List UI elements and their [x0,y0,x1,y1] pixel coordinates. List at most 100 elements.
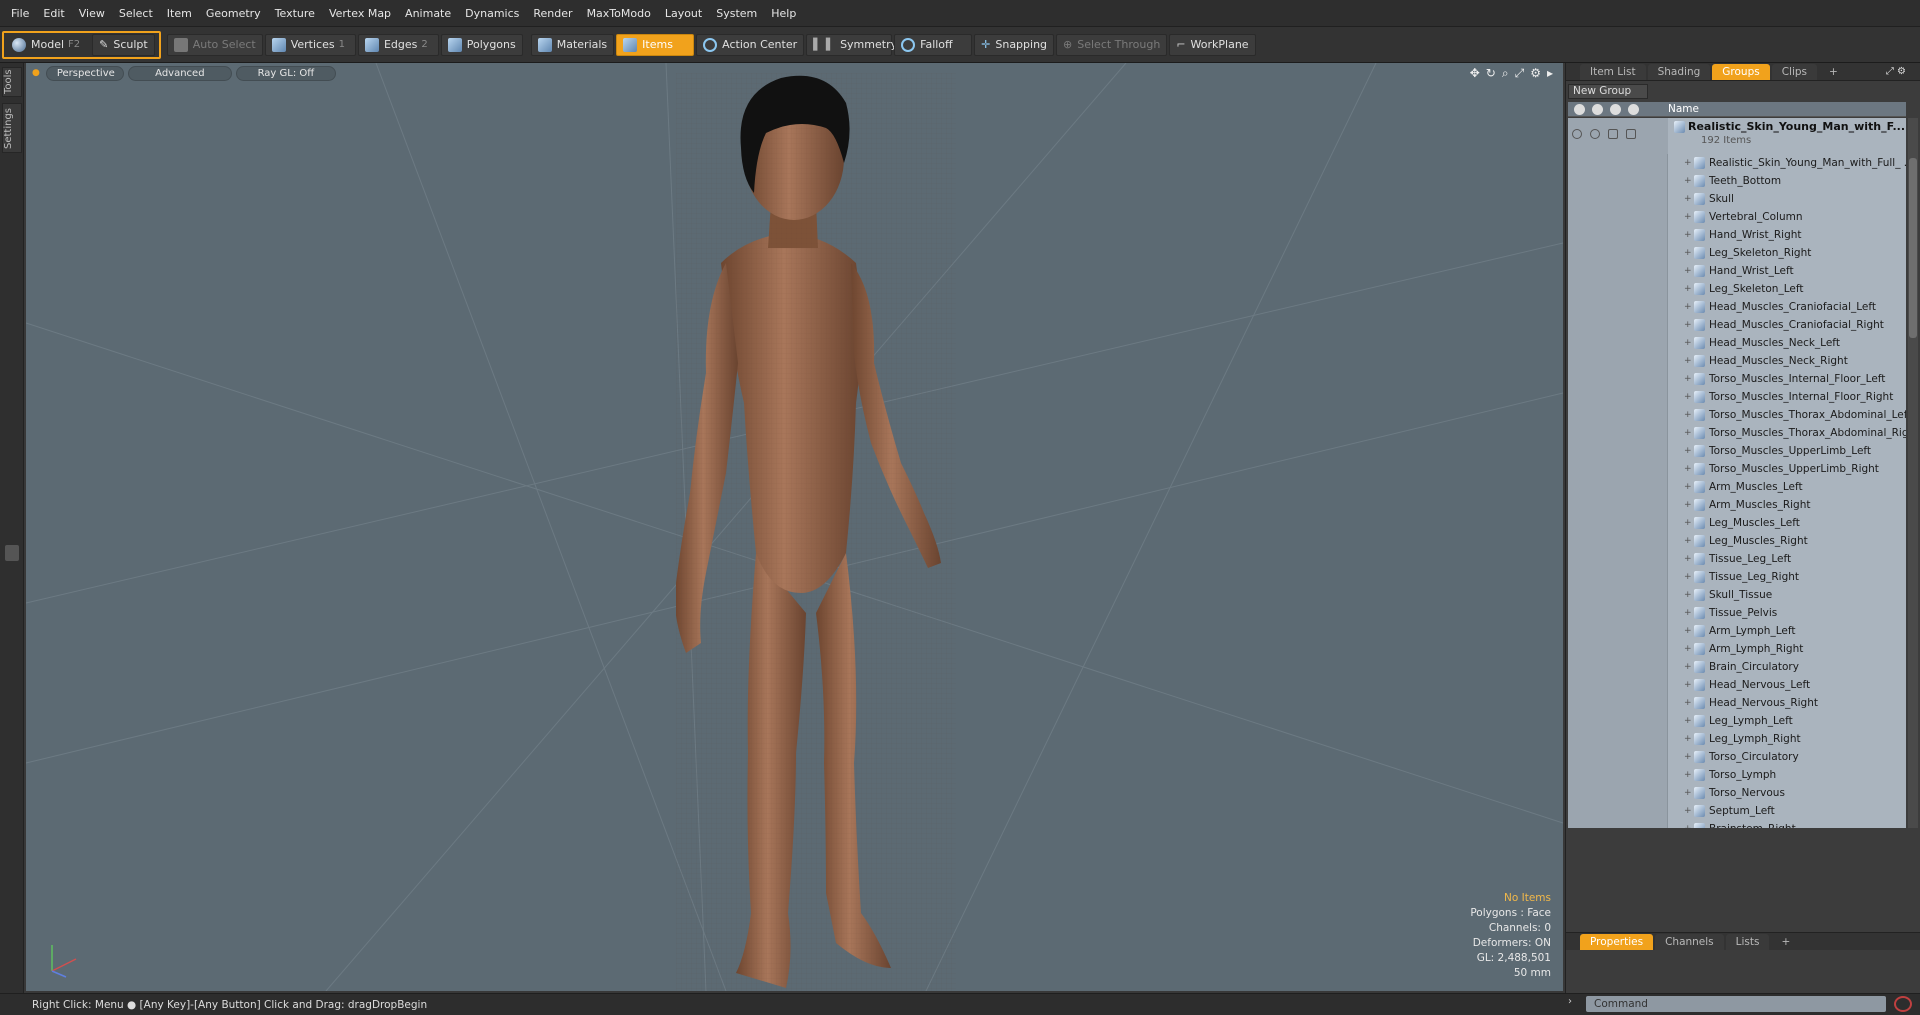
lock-toggle[interactable] [1608,129,1618,139]
menu-dynamics[interactable]: Dynamics [458,0,526,27]
add-tab-button[interactable]: + [1819,64,1848,80]
expand-dot[interactable]: + [1684,568,1692,586]
expand-dot[interactable]: + [1684,298,1692,316]
menu-texture[interactable]: Texture [268,0,322,27]
falloff-button[interactable]: Falloff [894,33,973,56]
expand-dot[interactable]: + [1684,784,1692,802]
menu-system[interactable]: System [709,0,764,27]
list-item[interactable]: + Hand_Wrist_Right [1568,226,1906,244]
edges-button[interactable]: Edges 2 [357,33,439,56]
workplane-button[interactable]: ⌐ WorkPlane [1169,33,1256,56]
menu-view[interactable]: View [72,0,112,27]
list-item[interactable]: + Torso_Lymph [1568,766,1906,784]
expand-dot[interactable]: + [1684,766,1692,784]
model-button[interactable]: Model F2 [6,34,90,56]
expand-dot[interactable]: + [1684,514,1692,532]
auto-select-button[interactable]: Auto Select [166,33,263,56]
list-item[interactable]: + Torso_Muscles_Thorax_Abdominal_Right [1568,424,1906,442]
items-button[interactable]: Items [616,33,695,56]
menu-select[interactable]: Select [112,0,160,27]
menu-geometry[interactable]: Geometry [199,0,268,27]
expand-dot[interactable]: + [1684,658,1692,676]
list-item[interactable]: + Leg_Muscles_Right [1568,532,1906,550]
list-item[interactable]: + Head_Nervous_Right [1568,694,1906,712]
list-item[interactable]: + Hand_Wrist_Left [1568,262,1906,280]
polygons-button[interactable]: Polygons [440,33,523,56]
expand-dot[interactable]: + [1684,352,1692,370]
expand-dot[interactable]: + [1684,550,1692,568]
panel-options-icon[interactable]: ⤢ ⚙ [1886,66,1906,77]
list-item[interactable]: + Brainstem_Right [1568,820,1906,828]
gear-icon[interactable]: ⚙ [1530,66,1541,81]
tab-shading[interactable]: Shading [1647,64,1711,80]
expand-dot[interactable]: + [1684,676,1692,694]
list-item[interactable]: + Torso_Muscles_Thorax_Abdominal_Left [1568,406,1906,424]
menu-vertex-map[interactable]: Vertex Map [322,0,398,27]
list-item[interactable]: + Head_Nervous_Left [1568,676,1906,694]
collapse-handle[interactable] [5,545,19,561]
list-item[interactable]: + Tissue_Leg_Left [1568,550,1906,568]
tab-settings[interactable]: Settings [2,103,22,153]
expand-dot[interactable]: + [1684,460,1692,478]
command-arrow-icon[interactable]: › [1568,996,1572,1007]
list-item[interactable]: + Skull_Tissue [1568,586,1906,604]
raygl-dropdown[interactable]: Ray GL: Off [235,65,336,81]
maximize-icon[interactable]: ⤢ [1515,66,1525,81]
tab-item-list[interactable]: Item List [1580,64,1646,80]
list-item[interactable]: + Head_Muscles_Neck_Right [1568,352,1906,370]
expand-dot[interactable]: + [1684,748,1692,766]
list-item[interactable]: + Head_Muscles_Neck_Left [1568,334,1906,352]
list-item[interactable]: + Arm_Muscles_Right [1568,496,1906,514]
list-item[interactable]: + Leg_Skeleton_Right [1568,244,1906,262]
command-record-icon[interactable] [1894,996,1912,1012]
expand-dot[interactable]: + [1684,730,1692,748]
play-icon[interactable]: ▸ [1547,66,1553,81]
materials-button[interactable]: Materials [530,33,615,56]
expand-dot[interactable]: + [1684,154,1692,172]
expand-dot[interactable]: + [1684,694,1692,712]
add-bottom-tab-button[interactable]: + [1771,934,1800,950]
list-scrollbar[interactable] [1908,118,1918,828]
list-item[interactable]: + Head_Muscles_Craniofacial_Left [1568,298,1906,316]
list-item[interactable]: + Septum_Left [1568,802,1906,820]
list-item[interactable]: + Torso_Muscles_UpperLimb_Left [1568,442,1906,460]
perspective-dropdown[interactable]: Perspective [45,65,124,81]
expand-dot[interactable]: + [1684,370,1692,388]
expand-dot[interactable]: + [1684,280,1692,298]
expand-dot[interactable]: + [1684,802,1692,820]
expand-dot[interactable]: + [1684,604,1692,622]
list-item[interactable]: + Tissue_Leg_Right [1568,568,1906,586]
group-row[interactable]: Realistic_Skin_Young_Man_with_F... 192 I… [1568,118,1906,154]
menu-layout[interactable]: Layout [658,0,709,27]
tab-tools[interactable]: Tools [2,67,22,97]
tab-groups[interactable]: Groups [1712,64,1770,80]
pan-icon[interactable]: ✥ [1470,66,1480,81]
select-through-button[interactable]: ⊕ Select Through [1056,33,1168,56]
expand-dot[interactable]: + [1684,190,1692,208]
expand-dot[interactable]: + [1684,820,1692,828]
expand-dot[interactable]: + [1684,406,1692,424]
render-toggle[interactable] [1590,129,1600,139]
list-item[interactable]: + Torso_Muscles_UpperLimb_Right [1568,460,1906,478]
action-center-button[interactable]: Action Center [696,33,805,56]
list-item[interactable]: + Leg_Skeleton_Left [1568,280,1906,298]
list-item[interactable]: + Torso_Muscles_Internal_Floor_Right [1568,388,1906,406]
scrollbar-thumb[interactable] [1909,158,1917,338]
expand-dot[interactable]: + [1684,640,1692,658]
list-item[interactable]: + Teeth_Bottom [1568,172,1906,190]
tab-properties[interactable]: Properties [1580,934,1654,950]
expand-dot[interactable]: + [1684,442,1692,460]
expand-dot[interactable]: + [1684,496,1692,514]
viewport-menu-dot[interactable]: ● [32,68,40,78]
list-item[interactable]: + Leg_Lymph_Left [1568,712,1906,730]
list-item[interactable]: + Tissue_Pelvis [1568,604,1906,622]
name-column-header[interactable]: Name [1668,103,1699,115]
sculpt-button[interactable]: ✎ Sculpt [92,33,155,56]
menu-animate[interactable]: Animate [398,0,458,27]
list-item[interactable]: + Realistic_Skin_Young_Man_with_Full_ ... [1568,154,1906,172]
expand-dot[interactable]: + [1684,172,1692,190]
expand-dot[interactable]: + [1684,208,1692,226]
list-item[interactable]: + Leg_Muscles_Left [1568,514,1906,532]
list-item[interactable]: + Brain_Circulatory [1568,658,1906,676]
list-item[interactable]: + Arm_Lymph_Right [1568,640,1906,658]
